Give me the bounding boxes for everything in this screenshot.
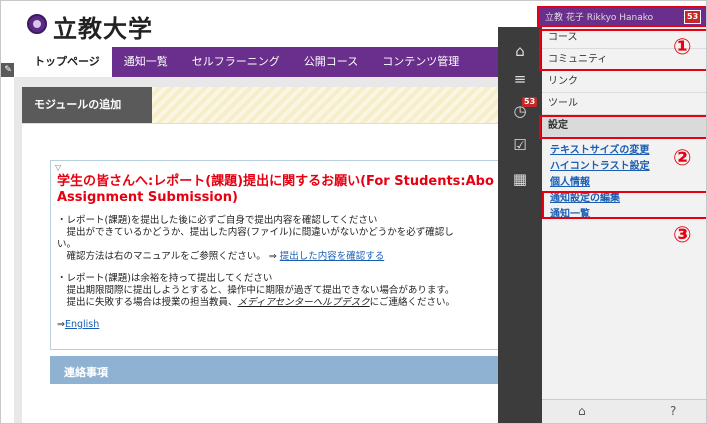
highlight-box-notification-settings bbox=[542, 191, 706, 219]
helpdesk-link[interactable]: メディアセンターヘルプデスク bbox=[238, 297, 370, 308]
nav-public-courses[interactable]: 公開コース bbox=[292, 47, 370, 77]
contact-header: 連絡事項 bbox=[50, 356, 520, 384]
english-link[interactable]: English bbox=[65, 319, 99, 330]
marker-2: ② bbox=[673, 146, 692, 171]
history-clock-icon[interactable]: ◷ 53 bbox=[498, 97, 542, 125]
panel-footer: ⌂ ? bbox=[542, 399, 706, 423]
menu-item-links[interactable]: リンク bbox=[542, 71, 706, 93]
main-content: モジュールの追加 ▽ 学生の皆さんへ:レポート(課題)提出に関するお願い(For… bbox=[14, 77, 520, 423]
arrow-prefix: ⇒ bbox=[57, 319, 65, 330]
check-submission-link[interactable]: 提出した内容を確認する bbox=[280, 251, 385, 262]
notice-title-continued: Assignment Submission) bbox=[57, 190, 238, 205]
notice-text-part: 提出に失敗する場合は授業の担当教員、 bbox=[57, 297, 238, 308]
marker-1: ① bbox=[673, 35, 692, 60]
home-icon[interactable]: ⌂ bbox=[578, 404, 586, 418]
menu-item-tools[interactable]: ツール bbox=[542, 93, 706, 115]
english-line: ⇒English bbox=[57, 319, 99, 331]
notice-text: い。 bbox=[57, 239, 77, 250]
highlight-box-settings bbox=[539, 115, 706, 139]
user-bar[interactable]: 立教 花子 Rikkyo Hanako 53 bbox=[537, 6, 706, 28]
submenu-personal-info[interactable]: 個人情報 bbox=[550, 175, 700, 191]
notice-text: 確認方法は右のマニュアルをご参照ください。 ⇒ 提出した内容を確認する bbox=[57, 251, 385, 263]
clock-badge: 53 bbox=[522, 97, 538, 107]
notification-badge[interactable]: 53 bbox=[684, 10, 702, 24]
screen: 立教大学 ✎ トップページ 通知一覧 セルフラーニング 公開コース コンテンツ管… bbox=[0, 0, 707, 424]
nav-content-management[interactable]: コンテンツ管理 bbox=[370, 47, 471, 77]
report-check-icon[interactable]: ☑ bbox=[498, 131, 542, 159]
notice-text-part: にご連絡ください。 bbox=[369, 297, 455, 308]
contact-title: 連絡事項 bbox=[64, 366, 108, 379]
notice-text-part: 確認方法は右のマニュアルをご参照ください。 ⇒ bbox=[57, 251, 280, 262]
collapse-triangle-icon[interactable]: ▽ bbox=[55, 163, 61, 172]
nav-notifications[interactable]: 通知一覧 bbox=[112, 47, 180, 77]
marker-3: ③ bbox=[673, 223, 692, 248]
university-crest-icon bbox=[27, 14, 47, 34]
help-icon[interactable]: ? bbox=[670, 404, 676, 418]
notice-text: ・レポート(課題)を提出した後に必ずご自身で提出内容を確認してください bbox=[57, 215, 378, 226]
module-bar: モジュールの追加 bbox=[22, 87, 514, 123]
notice-panel: ▽ 学生の皆さんへ:レポート(課題)提出に関するお願い(For Students… bbox=[50, 160, 520, 350]
calendar-icon[interactable]: ▦ bbox=[498, 165, 542, 193]
notice-title: 学生の皆さんへ:レポート(課題)提出に関するお願い(For Students:A… bbox=[57, 174, 494, 189]
add-module-button[interactable]: モジュールの追加 bbox=[22, 87, 152, 123]
notice-text: 提出に失敗する場合は授業の担当教員、メディアセンターヘルプデスクにご連絡ください… bbox=[57, 297, 455, 309]
notice-text: 提出ができているかどうか、提出した内容(ファイル)に間違いがないかどうかを必ず確… bbox=[57, 227, 454, 238]
community-icon[interactable]: ≡ bbox=[498, 65, 542, 93]
nav-self-learning[interactable]: セルフラーニング bbox=[180, 47, 292, 77]
edit-pencil-icon[interactable]: ✎ bbox=[1, 63, 15, 77]
icon-sidebar: ⌂ ≡ ◷ 53 ☑ ▦ bbox=[498, 27, 542, 423]
site-logo-text[interactable]: 立教大学 bbox=[53, 9, 153, 44]
notice-text: ・レポート(課題)は余裕を持って提出してください bbox=[57, 273, 273, 284]
contact-body bbox=[50, 384, 520, 423]
content-area: ▽ 学生の皆さんへ:レポート(課題)提出に関するお願い(For Students… bbox=[22, 123, 520, 423]
contact-panel: 連絡事項 bbox=[50, 356, 520, 423]
notice-text: 提出期限間際に提出しようとすると、操作中に期限が過ぎて提出できない場合があります… bbox=[57, 285, 455, 296]
user-name: 立教 花子 Rikkyo Hanako bbox=[545, 13, 654, 23]
main-nav: トップページ 通知一覧 セルフラーニング 公開コース コンテンツ管理 bbox=[14, 47, 514, 77]
courses-building-icon[interactable]: ⌂ bbox=[498, 37, 542, 65]
nav-top-page[interactable]: トップページ bbox=[14, 47, 112, 77]
